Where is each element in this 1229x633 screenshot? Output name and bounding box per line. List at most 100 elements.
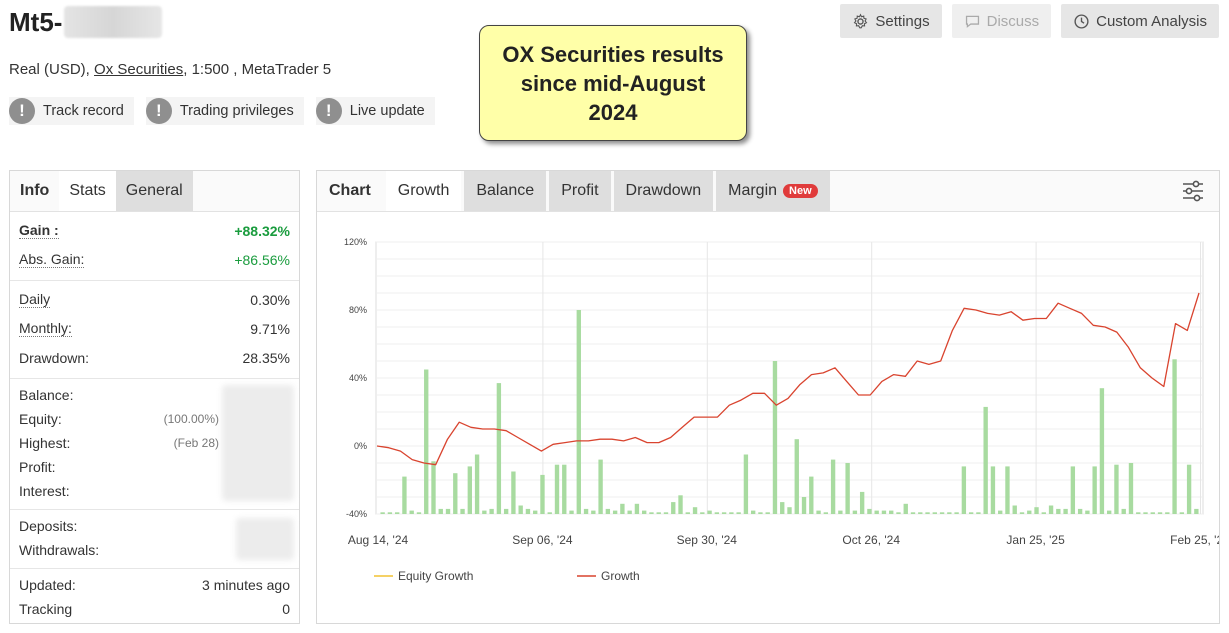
tab-stats[interactable]: Stats [59,171,116,211]
growth-bar [707,510,712,514]
growth-bar [598,459,603,514]
daily-value: 0.30% [250,291,290,308]
growth-bar [1048,505,1054,514]
growth-bar [729,512,734,514]
growth-bar [431,461,436,514]
balance-group: Balance: Equity: (100.00%) Highest: (Feb… [10,379,299,510]
y-tick-label: 0% [354,441,367,451]
growth-bar [387,512,393,514]
growth-bar [1114,464,1119,514]
monthly-label[interactable]: Monthly: [19,320,72,337]
growth-bar [830,459,836,514]
growth-bar [743,454,749,514]
gain-value: +88.32% [234,222,290,239]
tab-margin-label: Margin [728,182,778,199]
growth-bar [453,473,458,514]
custom-analysis-button[interactable]: Custom Analysis [1061,4,1219,38]
growth-bar [620,503,625,514]
tab-balance[interactable]: Balance [464,171,547,211]
growth-bar [903,503,908,514]
badge-live-update[interactable]: ! Live update [315,97,435,125]
filter-settings-icon[interactable] [1181,179,1205,203]
growth-bar [823,512,829,514]
exclamation-icon: ! [145,98,172,124]
growth-bar [554,464,560,514]
growth-bar [692,507,698,514]
growth-bar [787,507,792,514]
growth-bar [838,510,843,514]
account-details: , 1:500 , MetaTrader 5 [183,61,332,78]
badge-label: Live update [349,103,425,119]
growth-bar [540,474,545,514]
growth-bar [750,510,756,514]
growth-bar [489,508,494,514]
abs-gain-label[interactable]: Abs. Gain: [19,251,85,268]
growth-bar [663,512,669,514]
deposits-label: Deposits: [19,518,78,534]
y-tick-label: 40% [349,373,367,383]
tab-general[interactable]: General [115,171,193,211]
growth-bar [700,512,705,514]
y-tick-label: 80% [349,305,367,315]
growth-bar [685,512,690,514]
tab-drawdown[interactable]: Drawdown [613,171,714,211]
growth-bar [496,383,502,514]
growth-bar [932,512,937,514]
growth-bar [765,512,770,514]
badge-label: Trading privileges [179,103,294,119]
growth-bar [533,510,538,514]
tab-growth[interactable]: Growth [385,171,462,211]
settings-label: Settings [875,12,930,30]
growth-bar [772,361,778,514]
tab-profit[interactable]: Profit [549,171,611,211]
abs-gain-value: +86.56% [234,251,290,268]
updated-label: Updated: [19,577,76,593]
redacted-account-number [64,6,163,38]
growth-bar [445,508,451,514]
growth-bar [1121,508,1126,514]
badge-track-record[interactable]: ! Track record [9,97,134,125]
growth-bar [1128,463,1134,514]
growth-bar [402,476,407,514]
growth-chart[interactable]: 120% 80% 40% 0% -40% Aug 14, '24 Sep 06, '24 S… [317,212,1219,623]
discuss-label: Discuss [986,12,1040,30]
growth-bar [968,512,974,514]
growth-bar [467,466,472,514]
growth-bar [852,510,858,514]
growth-bar [1172,359,1177,514]
tab-info[interactable]: Info [10,171,59,211]
exclamation-icon: ! [315,98,342,124]
tab-chart: Chart [329,182,371,199]
settings-button[interactable]: Settings [840,4,942,38]
growth-bar [649,512,654,514]
x-tick-label: Feb 25, '25 [1170,533,1219,547]
growth-bar [1085,510,1090,514]
x-tick-label: Sep 30, '24 [677,533,738,547]
redacted-balance-values [222,385,294,501]
chart-panel: Chart Growth Balance Profit Drawdown Mar… [316,170,1220,624]
badge-trading-privileges[interactable]: ! Trading privileges [145,97,304,125]
growth-bar [380,512,385,514]
balance-label: Balance: [19,387,74,403]
status-badges: ! Track record ! Trading privileges ! Li… [9,97,435,125]
tracking-label: Tracking [19,601,73,617]
deposits-group: Deposits: Withdrawals: [10,510,299,569]
growth-bar [1034,507,1039,514]
gain-label[interactable]: Gain : [19,222,59,239]
tracking-value: 0 [282,601,290,617]
tab-margin[interactable]: Margin New [716,171,830,211]
daily-label[interactable]: Daily [19,291,51,308]
custom-analysis-label: Custom Analysis [1096,12,1207,30]
growth-bar [801,497,807,514]
discuss-button[interactable]: Discuss [951,4,1052,38]
growth-bar [416,512,422,514]
badge-label: Track record [43,103,124,119]
account-name: Mt5- [9,6,63,37]
equity-label: Equity: [19,411,62,427]
y-axis-ticks: 120% 80% 40% 0% -40% [344,237,367,519]
growth-bar [925,512,930,514]
rates-group: Daily 0.30% Monthly: 9.71% Drawdown: 28.… [10,281,299,379]
growth-bar [569,510,574,514]
y-tick-label: -40% [346,509,367,519]
broker-link[interactable]: Ox Securities [94,61,183,78]
